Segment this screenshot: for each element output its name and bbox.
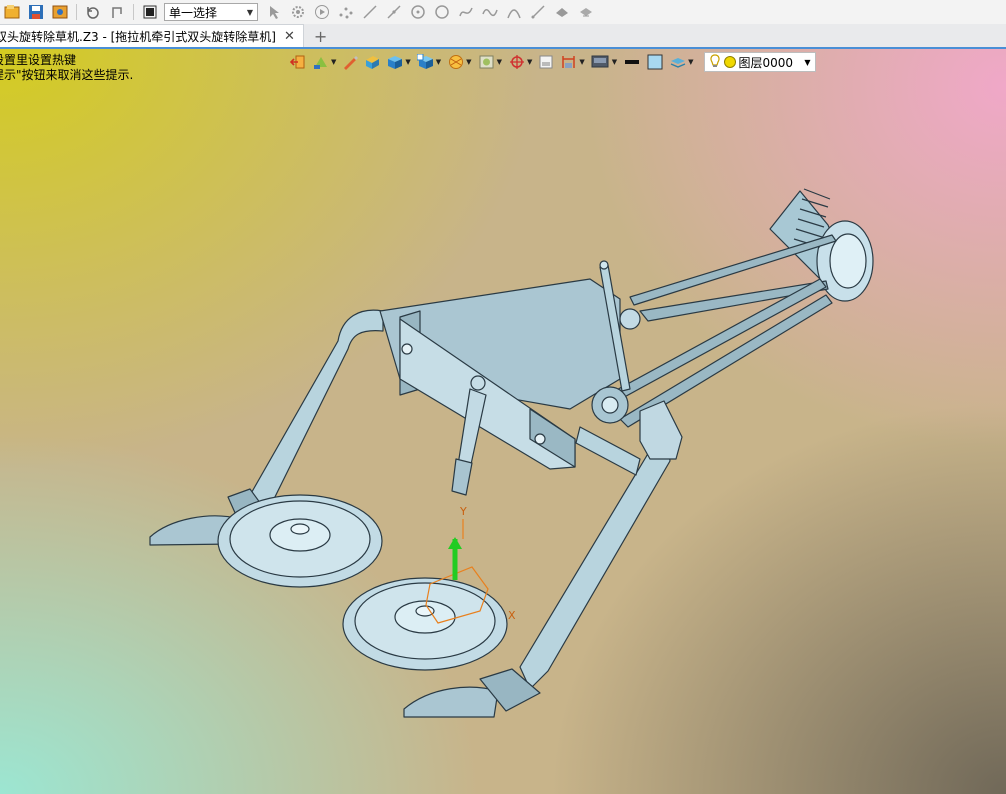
toolbar-separator <box>76 4 77 20</box>
undo-icon[interactable] <box>85 4 101 20</box>
close-icon[interactable]: ✕ <box>284 29 295 44</box>
points-icon[interactable] <box>338 4 354 20</box>
spline-icon[interactable] <box>458 4 474 20</box>
save-icon[interactable] <box>28 4 44 20</box>
curve-icon[interactable] <box>482 4 498 20</box>
tab-document[interactable]: 双头旋转除草机.Z3 - [拖拉机牵引式双头旋转除草机] ✕ <box>0 24 304 47</box>
hat2-icon[interactable] <box>578 4 594 20</box>
x-axis-label: X <box>508 609 516 622</box>
open-icon[interactable] <box>4 4 20 20</box>
pointer-icon[interactable] <box>266 4 282 20</box>
mower-3d-model[interactable]: Y X <box>0 49 1006 794</box>
frame-tube-bottom <box>519 442 671 690</box>
frame-tube-right <box>575 426 641 476</box>
frame-tube-left <box>231 309 384 527</box>
arc-icon[interactable] <box>506 4 522 20</box>
line3-icon[interactable] <box>530 4 546 20</box>
circle-icon[interactable] <box>434 4 450 20</box>
new-tab-button[interactable]: + <box>314 25 327 47</box>
select-mode-dropdown[interactable]: 单一选择 ▼ <box>164 3 258 21</box>
circle-dot-icon[interactable] <box>410 4 426 20</box>
image-icon[interactable] <box>52 4 68 20</box>
redo-icon[interactable] <box>109 4 125 20</box>
line-icon[interactable] <box>362 4 378 20</box>
blade-right-skid <box>403 686 499 718</box>
hat-icon[interactable] <box>554 4 570 20</box>
select-mode-value: 单一选择 <box>169 5 218 20</box>
play-icon[interactable] <box>314 4 330 20</box>
chevron-down-icon: ▼ <box>246 7 253 17</box>
stop-icon[interactable] <box>142 4 158 20</box>
3d-viewport[interactable]: 设置里设置热键 提示"按钮来取消这些提示. ▼ ▼ ▼ ▼ ▼ ▼ ▼ ▼ ▼ … <box>0 49 1006 794</box>
document-tab-bar: 双头旋转除草机.Z3 - [拖拉机牵引式双头旋转除草机] ✕ + <box>0 24 1006 49</box>
gear-icon[interactable] <box>290 4 306 20</box>
toolbar-separator <box>133 4 134 20</box>
tab-document-title: 双头旋转除草机.Z3 - [拖拉机牵引式双头旋转除草机] <box>0 29 276 44</box>
y-axis-label: Y <box>459 505 467 518</box>
main-toolbar: 单一选择 ▼ <box>0 0 1006 25</box>
right-end-motor <box>639 400 683 460</box>
line2-icon[interactable] <box>386 4 402 20</box>
